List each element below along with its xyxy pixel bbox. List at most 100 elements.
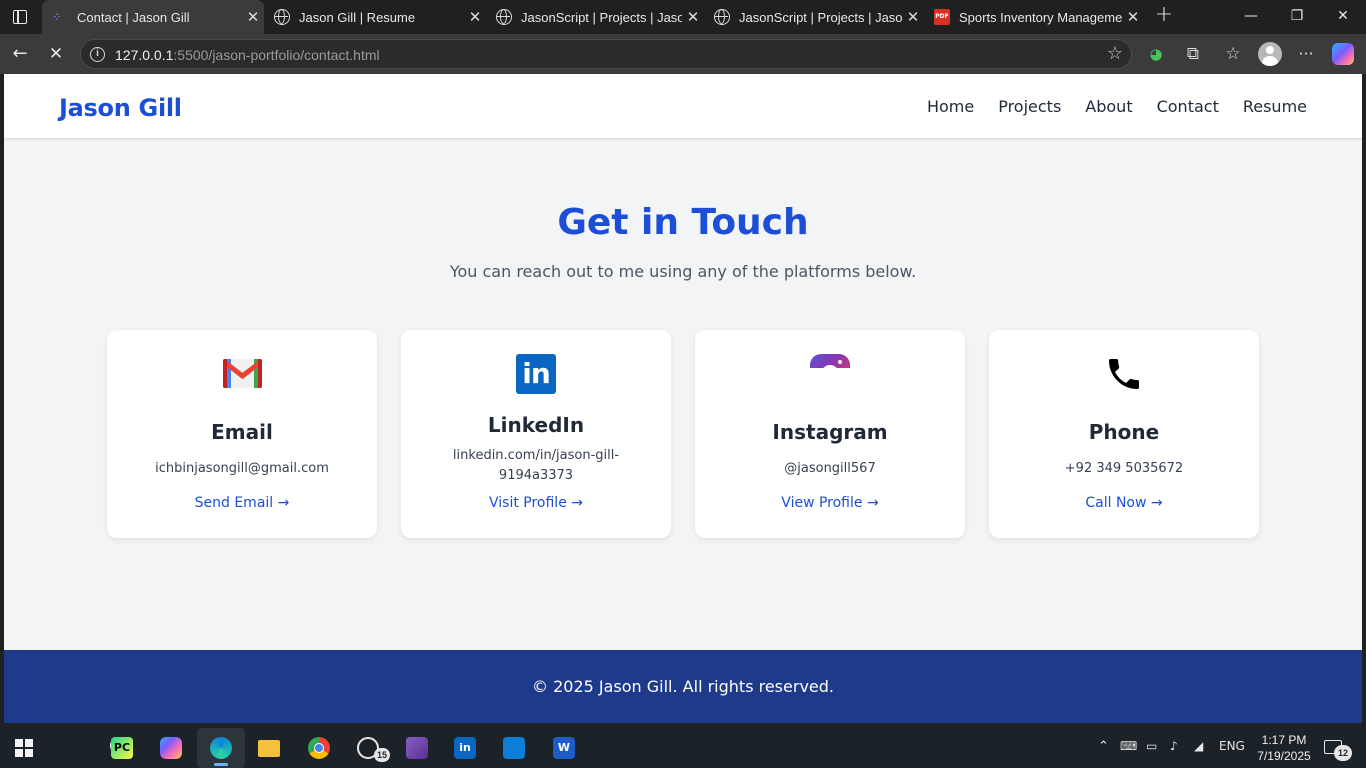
- site-footer: © 2025 Jason Gill. All rights reserved.: [4, 650, 1362, 723]
- site-brand[interactable]: Jason Gill: [59, 94, 182, 122]
- close-tab-icon[interactable]: ✕: [464, 8, 486, 26]
- tab-title: Jason Gill | Resume: [299, 9, 416, 25]
- address-bar[interactable]: i 127.0.0.1:5500/jason-portfolio/contact…: [80, 39, 1132, 69]
- taskbar-copilot[interactable]: [147, 728, 195, 768]
- nav-about[interactable]: About: [1085, 97, 1132, 116]
- tab-title: Sports Inventory Managemen: [959, 9, 1122, 25]
- taskbar-file-explorer[interactable]: [245, 728, 293, 768]
- visit-profile-link[interactable]: Visit Profile →: [401, 495, 671, 511]
- card-title: LinkedIn: [487, 413, 585, 437]
- taskbar-visual-studio[interactable]: [393, 728, 441, 768]
- globe-icon: [274, 9, 290, 25]
- taskbar-edge[interactable]: [197, 728, 245, 768]
- profile-avatar[interactable]: [1258, 42, 1282, 66]
- language-indicator[interactable]: ENG: [1219, 739, 1245, 753]
- stop-loading-button[interactable]: ✕: [43, 41, 69, 67]
- whatsapp-badge: 15: [374, 748, 390, 762]
- contact-card-instagram: Instagram @jasongill567 View Profile →: [695, 330, 965, 538]
- clock-date: 7/19/2025: [1257, 749, 1311, 763]
- nav-resume[interactable]: Resume: [1243, 97, 1307, 116]
- taskbar-vscode[interactable]: [490, 728, 538, 768]
- file-explorer-icon: [258, 740, 280, 757]
- input-method-icon[interactable]: ⌨: [1120, 739, 1137, 753]
- linkedin-app-icon: in: [454, 737, 476, 759]
- close-tab-icon[interactable]: ✕: [242, 8, 264, 26]
- contact-card-phone: Phone +92 349 5035672 Call Now →: [989, 330, 1259, 538]
- view-profile-link[interactable]: View Profile →: [695, 495, 965, 511]
- visual-studio-icon: [406, 737, 428, 759]
- card-detail: @jasongill567: [784, 461, 876, 476]
- globe-icon: [496, 9, 512, 25]
- windows-logo-icon: [15, 739, 33, 757]
- contact-card-linkedin: in LinkedIn linkedin.com/in/jason-gill-9…: [401, 330, 671, 538]
- word-icon: W: [553, 737, 575, 759]
- taskbar-chrome[interactable]: [295, 728, 343, 768]
- contact-card-email: Email ichbinjasongill@gmail.com Send Ema…: [107, 330, 377, 538]
- close-window-button[interactable]: ✕: [1320, 0, 1366, 34]
- extensions-puzzle-icon[interactable]: ⧉: [1181, 42, 1205, 66]
- extension-color-icon[interactable]: ◕: [1144, 42, 1168, 66]
- nav-home[interactable]: Home: [927, 97, 974, 116]
- tab-actions-icon[interactable]: [8, 5, 32, 29]
- tab-title: JasonScript | Projects | Jason G: [739, 9, 902, 25]
- linkedin-icon: in: [516, 354, 556, 394]
- windows-taskbar: PC 15 in W ⌃ ⌨ ▭ ♪ ◢ ENG 1:17 PM 7/19/20…: [0, 728, 1366, 768]
- clock[interactable]: 1:17 PM 7/19/2025: [1254, 732, 1314, 764]
- nav-projects[interactable]: Projects: [998, 97, 1061, 116]
- meet-now-icon[interactable]: ▭: [1146, 739, 1157, 753]
- gmail-icon: [222, 354, 262, 394]
- chrome-icon: [308, 737, 330, 759]
- show-hidden-icons-icon[interactable]: ⌃: [1098, 739, 1109, 754]
- back-button[interactable]: ←: [7, 41, 33, 67]
- page-viewport: Jason Gill Home Projects About Contact R…: [4, 74, 1362, 723]
- taskbar-whatsapp[interactable]: 15: [344, 728, 392, 768]
- tab-projects-1[interactable]: JasonScript | Projects | Jason G ✕: [486, 0, 704, 34]
- card-title: Email: [211, 420, 273, 444]
- site-header: Jason Gill Home Projects About Contact R…: [4, 74, 1362, 138]
- close-tab-icon[interactable]: ✕: [682, 8, 704, 26]
- volume-icon[interactable]: ♪: [1170, 739, 1178, 753]
- url-path: :5500/jason-portfolio/contact.html: [173, 47, 380, 63]
- tab-resume[interactable]: Jason Gill | Resume ✕: [264, 0, 486, 34]
- notification-badge: 12: [1334, 745, 1352, 761]
- tab-title: JasonScript | Projects | Jason G: [521, 9, 682, 25]
- tab-title: Contact | Jason Gill: [77, 9, 190, 25]
- browser-toolbar: ← ✕ i 127.0.0.1:5500/jason-portfolio/con…: [0, 34, 1366, 74]
- tab-projects-2[interactable]: JasonScript | Projects | Jason G ✕: [704, 0, 924, 34]
- taskbar-word[interactable]: W: [540, 728, 588, 768]
- globe-icon: [714, 9, 730, 25]
- tab-contact[interactable]: ⁘ Contact | Jason Gill ✕: [42, 0, 264, 34]
- clock-time: 1:17 PM: [1261, 733, 1307, 747]
- send-email-link[interactable]: Send Email →: [107, 495, 377, 511]
- start-button[interactable]: [0, 728, 48, 768]
- favorites-icon[interactable]: ☆: [1221, 42, 1245, 66]
- card-title: Instagram: [772, 420, 888, 444]
- copilot-icon[interactable]: [1332, 43, 1354, 65]
- new-tab-button[interactable]: +: [1152, 4, 1176, 28]
- url-text[interactable]: 127.0.0.1:5500/jason-portfolio/contact.h…: [115, 47, 380, 63]
- taskbar-pycharm[interactable]: PC: [98, 728, 146, 768]
- url-host: 127.0.0.1: [115, 47, 174, 63]
- network-icon[interactable]: ◢: [1194, 739, 1203, 753]
- restore-button[interactable]: ❐: [1274, 0, 1320, 34]
- card-title: Phone: [1088, 420, 1160, 444]
- nav-contact[interactable]: Contact: [1157, 97, 1219, 116]
- call-now-link[interactable]: Call Now →: [989, 495, 1259, 511]
- edge-icon: [210, 737, 232, 759]
- close-tab-icon[interactable]: ✕: [902, 8, 924, 26]
- minimize-button[interactable]: —: [1228, 0, 1274, 34]
- page-subtitle: You can reach out to me using any of the…: [449, 262, 917, 281]
- site-info-icon[interactable]: i: [90, 47, 105, 62]
- phone-icon: [1104, 354, 1144, 394]
- favorite-star-icon[interactable]: ☆: [1107, 43, 1123, 64]
- more-options-icon[interactable]: ···: [1294, 42, 1318, 66]
- close-tab-icon[interactable]: ✕: [1122, 8, 1144, 26]
- page-title: Get in Touch: [557, 202, 809, 243]
- card-detail: ichbinjasongill@gmail.com: [155, 461, 329, 476]
- search-button[interactable]: [48, 728, 127, 768]
- card-detail: +92 349 5035672: [1064, 461, 1184, 476]
- instagram-icon: [810, 354, 850, 394]
- site-nav: Home Projects About Contact Resume: [927, 97, 1307, 116]
- tab-sports-pdf[interactable]: PDF Sports Inventory Managemen ✕: [924, 0, 1144, 34]
- taskbar-linkedin[interactable]: in: [441, 728, 489, 768]
